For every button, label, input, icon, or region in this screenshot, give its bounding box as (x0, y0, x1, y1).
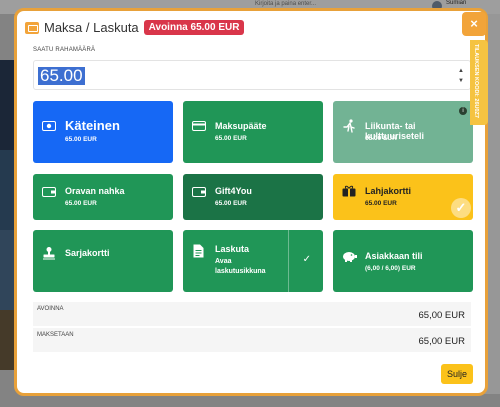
payment-tile-cash[interactable]: Käteinen 65.00 EUR (33, 101, 173, 163)
payment-tile-amount: 65.00 EUR (215, 135, 247, 142)
amount-label: SAATU RAHAMÄÄRÄ (33, 47, 96, 53)
summary-value: 65,00 EUR (418, 336, 465, 347)
amount-input[interactable]: 65.00 ▲ ▼ (33, 60, 471, 90)
payment-tile-amount: 65.00 EUR (215, 200, 247, 207)
close-icon[interactable]: × (462, 12, 486, 36)
modal-title: Maksa / Laskuta (44, 20, 139, 35)
payment-tile-label: Asiakkaan tili (365, 251, 423, 261)
payment-tile-amount: (6,00 / 6,00) EUR (365, 265, 416, 272)
amount-value[interactable]: 65.00 (38, 67, 85, 85)
payment-tile-gift-card[interactable]: Lahjakortti 65.00 EUR ✓ (333, 174, 473, 220)
close-button[interactable]: Sulje (441, 364, 473, 384)
wallet-icon (192, 187, 206, 197)
tile-divider (288, 230, 289, 292)
payment-tile-label: Laskuta (215, 244, 250, 254)
payment-tile-amount: 65.00 EUR (365, 200, 397, 207)
payment-tile-amount: 65.00 EUR (365, 135, 397, 142)
piggy-bank-icon (343, 252, 357, 262)
running-person-icon (343, 119, 355, 133)
invoice-open-window-link[interactable]: Avaa laskutusikkuna (215, 257, 283, 277)
payment-tile-label: Oravan nahka (65, 186, 125, 196)
summary-label: MAKSETAAN (37, 332, 74, 338)
payment-tile-label: Sarjakortti (65, 248, 110, 258)
payment-tile-exercise-voucher[interactable]: Liikunta- tai kulttuuriseteli 65.00 EUR … (333, 101, 473, 163)
payment-tile-label: Lahjakortti (365, 186, 412, 196)
summary-row-paying: MAKSETAAN 65,00 EUR (33, 328, 471, 352)
payment-tile-customer-account[interactable]: Asiakkaan tili (6,00 / 6,00) EUR (333, 230, 473, 292)
payment-tile-label: Käteinen (65, 118, 120, 133)
payment-tile-amount: 65.00 EUR (65, 136, 97, 143)
order-code-label: TILAUKSEN KOODI: 26U0Z7 (473, 44, 479, 118)
gift-card-icon (342, 185, 356, 197)
check-icon[interactable]: ✓ (303, 254, 311, 265)
summary-value: 65,00 EUR (418, 310, 465, 321)
selected-check-icon: ✓ (451, 198, 471, 218)
payment-tile-gift4you[interactable]: Gift4You 65.00 EUR (183, 174, 323, 220)
cash-icon (42, 121, 56, 131)
wallet-icon (42, 187, 56, 197)
payment-tile-series-card[interactable]: Sarjakortti (33, 230, 173, 292)
card-terminal-icon (192, 121, 206, 131)
payment-tile-amount: 65.00 EUR (65, 200, 97, 207)
summary-label: AVOINNA (37, 306, 64, 312)
invoice-icon (193, 244, 204, 258)
info-icon[interactable]: i (459, 107, 467, 115)
payment-modal: Maksa / Laskuta Avoinna 65.00 EUR SAATU … (14, 8, 488, 396)
payment-tile-label: Gift4You (215, 186, 252, 196)
modal-header: Maksa / Laskuta Avoinna 65.00 EUR (25, 20, 245, 35)
summary-row-open: AVOINNA 65,00 EUR (33, 302, 471, 326)
payment-tile-label: Maksupääte (215, 121, 267, 131)
amount-stepper[interactable]: ▲ ▼ (458, 66, 464, 86)
cash-register-icon (25, 21, 39, 34)
order-code-tab[interactable]: TILAUKSEN KOODI: 26U0Z7 (470, 40, 488, 125)
open-amount-badge: Avoinna 65.00 EUR (143, 20, 245, 35)
stamp-icon (43, 247, 55, 260)
payment-tile-invoice[interactable]: Laskuta Avaa laskutusikkuna ✓ (183, 230, 323, 292)
payment-tile-card-terminal[interactable]: Maksupääte 65.00 EUR (183, 101, 323, 163)
payment-tile-oravan-nahka[interactable]: Oravan nahka 65.00 EUR (33, 174, 173, 220)
